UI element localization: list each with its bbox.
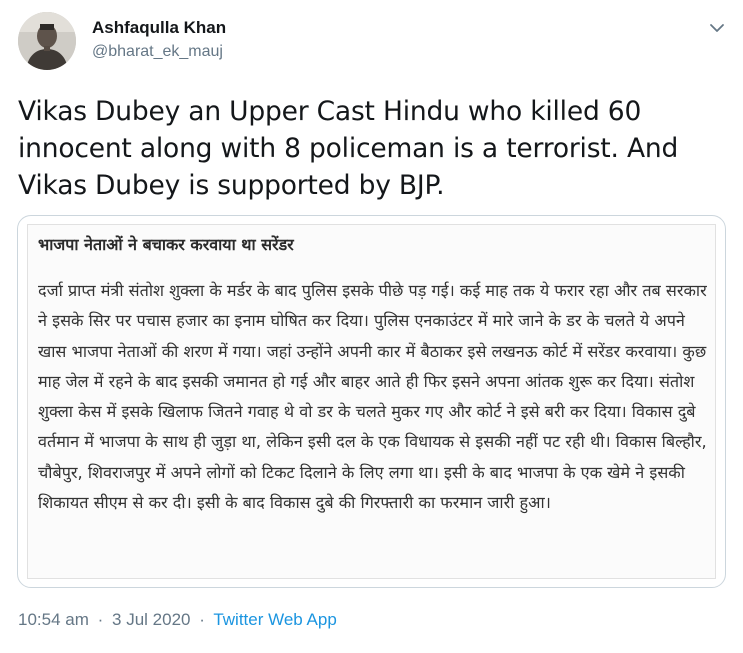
tweet-text: Vikas Dubey an Upper Cast Hindu who kill… xyxy=(18,96,679,201)
clipping-headline: भाजपा नेताओं ने बचाकर करवाया था सरेंडर xyxy=(38,235,294,254)
user-handle[interactable]: @bharat_ek_mauj xyxy=(92,43,223,61)
separator: · xyxy=(97,610,104,629)
avatar[interactable] xyxy=(18,12,76,70)
tweet-date[interactable]: 3 Jul 2020 xyxy=(112,610,190,629)
display-name[interactable]: Ashfaqulla Khan xyxy=(92,18,226,38)
tweet: Ashfaqulla Khan @bharat_ek_mauj Vikas Du… xyxy=(0,0,743,653)
clipping-body: दर्जा प्राप्त मंत्री संतोश शुक्ला के मर्… xyxy=(38,281,707,513)
attached-image[interactable]: भाजपा नेताओं ने बचाकर करवाया था सरेंडर द… xyxy=(17,215,726,588)
tweet-meta: 10:54 am · 3 Jul 2020 · Twitter Web App xyxy=(18,610,337,630)
chevron-down-icon[interactable] xyxy=(705,16,729,40)
tweet-time[interactable]: 10:54 am xyxy=(18,610,89,629)
news-clipping: भाजपा नेताओं ने बचाकर करवाया था सरेंडर द… xyxy=(27,224,716,579)
separator: · xyxy=(199,610,205,629)
avatar-photo xyxy=(18,12,76,70)
source-link[interactable]: Twitter Web App xyxy=(213,610,336,629)
